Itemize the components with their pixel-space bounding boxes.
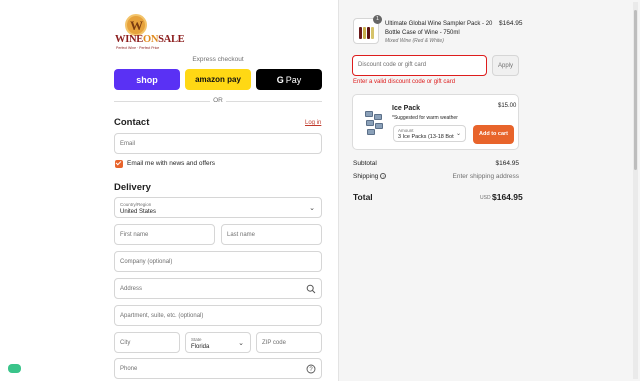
zip-placeholder: ZIP code xyxy=(262,340,286,346)
email-placeholder: Email xyxy=(120,141,136,147)
ice-pack-thumbnail xyxy=(363,109,385,137)
newsletter-checkbox-row[interactable]: Email me with news and offers xyxy=(115,159,215,168)
last-name-placeholder: Last name xyxy=(227,232,256,238)
last-name-field[interactable]: Last name xyxy=(221,224,322,245)
state-label: State xyxy=(191,337,202,342)
pack-shape xyxy=(365,111,373,117)
city-placeholder: City xyxy=(120,340,131,346)
first-name-placeholder: First name xyxy=(120,232,149,238)
subtotal-value: $164.95 xyxy=(495,160,520,167)
google-g-icon: G xyxy=(276,74,284,85)
store-logo[interactable]: W WINEONSALE Perfect Wine · Perfect Pric… xyxy=(115,14,185,50)
pack-shape xyxy=(367,129,375,135)
total-currency: USD xyxy=(480,195,491,201)
phone-field[interactable]: Phone ? xyxy=(114,358,322,379)
shop-pay-button[interactable]: shop xyxy=(114,69,180,90)
bottle-shape xyxy=(367,27,370,39)
country-label: Country/Region xyxy=(120,202,152,207)
country-value: United States xyxy=(120,209,157,215)
product-variant: Mixed Wine (Red & White) xyxy=(385,38,444,44)
help-circle-icon[interactable]: ? xyxy=(380,173,387,179)
subtotal-label: Subtotal xyxy=(353,160,377,167)
chevron-down-icon: ⌄ xyxy=(455,131,461,137)
state-value: Florida xyxy=(191,344,210,350)
quantity-badge: 1 xyxy=(373,15,382,24)
discount-error-message: Enter a valid discount code or gift card xyxy=(353,79,456,85)
search-icon[interactable] xyxy=(306,284,316,294)
total-value: $164.95 xyxy=(492,192,523,202)
amazon-pay-button[interactable]: amazon pay xyxy=(185,69,251,90)
company-placeholder: Company (optional) xyxy=(120,259,173,265)
product-price: $164.95 xyxy=(499,20,523,27)
pack-shape xyxy=(366,120,374,126)
product-name: Ultimate Global Wine Sampler Pack - 20 B… xyxy=(385,21,493,36)
add-to-cart-button[interactable]: Add to cart xyxy=(473,125,514,144)
first-name-field[interactable]: First name xyxy=(114,224,215,245)
subtotal-row: Subtotal $164.95 xyxy=(353,160,519,170)
newsletter-checkbox[interactable] xyxy=(115,159,123,168)
apartment-field[interactable]: Apartment, suite, etc. (optional) xyxy=(114,305,322,326)
bottle-shape xyxy=(359,27,362,39)
discount-code-input[interactable]: Discount code or gift card xyxy=(352,55,487,76)
help-circle-icon[interactable]: ? xyxy=(306,364,316,374)
chevron-down-icon: ⌄ xyxy=(309,205,315,212)
address-field[interactable]: Address xyxy=(114,278,322,299)
logo-mark: W xyxy=(125,14,147,36)
google-pay-button[interactable]: G Pay xyxy=(256,69,322,90)
logo-tagline: Perfect Wine · Perfect Price xyxy=(116,46,160,50)
shipping-row: Shipping? Enter shipping address xyxy=(353,173,519,183)
bottle-shape xyxy=(371,27,374,39)
total-label: Total xyxy=(353,192,373,202)
scrollbar-thumb[interactable] xyxy=(634,10,637,170)
login-link[interactable]: Log in xyxy=(305,120,321,126)
email-field[interactable]: Email xyxy=(114,133,322,154)
newsletter-label: Email me with news and offers xyxy=(127,160,216,167)
contact-heading: Contact xyxy=(114,117,150,128)
upsell-price: $15.00 xyxy=(498,103,517,109)
shop-pay-label: shop xyxy=(136,74,158,85)
upsell-amount-select[interactable]: Amount 3 Ice Packs (13-18 Bottles) ⌄ xyxy=(393,125,466,142)
address-placeholder: Address xyxy=(120,286,143,292)
pack-shape xyxy=(374,114,382,120)
zip-field[interactable]: ZIP code xyxy=(256,332,322,353)
shipping-label: Shipping xyxy=(353,173,379,180)
divider-line xyxy=(226,101,322,102)
city-field[interactable]: City xyxy=(114,332,180,353)
bottle-shape xyxy=(363,27,366,39)
shipping-value: Enter shipping address xyxy=(452,173,520,180)
apply-discount-button[interactable]: Apply xyxy=(492,55,519,76)
chat-widget-button[interactable] xyxy=(8,364,21,373)
phone-placeholder: Phone xyxy=(120,366,138,372)
upsell-name: Ice Pack xyxy=(392,105,421,112)
google-pay-label: Pay xyxy=(285,74,302,85)
express-checkout-label: Express checkout xyxy=(192,56,244,63)
chevron-down-icon: ⌄ xyxy=(238,340,244,347)
apartment-placeholder: Apartment, suite, etc. (optional) xyxy=(120,313,204,319)
or-divider: OR xyxy=(114,96,322,106)
discount-placeholder: Discount code or gift card xyxy=(358,62,427,68)
state-select[interactable]: State Florida ⌄ xyxy=(185,332,251,353)
country-select[interactable]: Country/Region United States ⌄ xyxy=(114,197,322,218)
amazon-pay-label: amazon pay xyxy=(195,75,241,84)
amount-value: 3 Ice Packs (13-18 Bottles) xyxy=(398,134,454,140)
upsell-card: Ice Pack *Suggested for warm weather $15… xyxy=(352,94,519,150)
delivery-heading: Delivery xyxy=(114,182,151,193)
logo-wordmark: WINEONSALE xyxy=(115,34,185,45)
upsell-note: *Suggested for warm weather xyxy=(392,115,458,121)
company-field[interactable]: Company (optional) xyxy=(114,251,322,272)
pack-shape xyxy=(375,123,383,129)
amount-label: Amount xyxy=(398,128,414,133)
